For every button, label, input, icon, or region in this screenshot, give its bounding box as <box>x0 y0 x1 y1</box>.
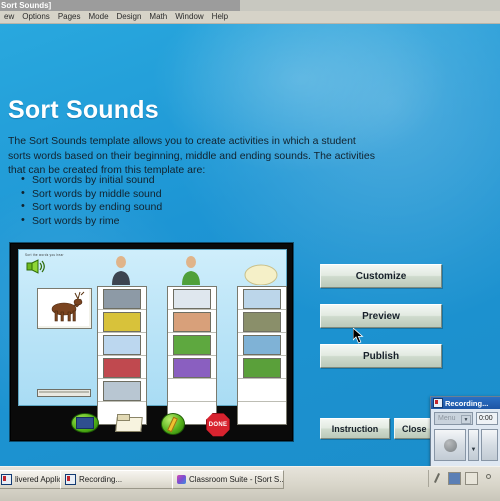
sort-cell-empty[interactable] <box>238 379 286 402</box>
bullet-item: Sort words by ending sound <box>18 200 318 215</box>
column-header-2 <box>237 255 285 285</box>
sort-column-2[interactable] <box>237 286 287 425</box>
boat-picture[interactable] <box>243 289 281 309</box>
menu-bar: ew Options Pages Mode Design Math Window Help <box>0 11 500 24</box>
activity-bullet-list: Sort words by initial soundSort words by… <box>18 173 318 229</box>
app-icon <box>1 474 12 485</box>
menu-item-design[interactable]: Design <box>113 11 146 23</box>
record-options-dropdown[interactable]: ▼ <box>468 429 479 461</box>
window-titlebar: Sort Sounds] <box>0 0 500 11</box>
column-header-1 <box>167 255 215 285</box>
speaker-icon[interactable] <box>26 259 46 274</box>
intro-paragraph: The Sort Sounds template allows you to c… <box>8 135 375 176</box>
sort-cell-filled[interactable] <box>238 356 286 379</box>
sort-cell-empty[interactable] <box>168 379 216 402</box>
mouse-cursor <box>352 327 364 344</box>
activity-stage: Sort the words you hear <box>18 249 287 425</box>
menu-item-mode[interactable]: Mode <box>85 11 113 23</box>
sort-cell-filled[interactable] <box>98 333 146 356</box>
progress-bar <box>37 389 91 397</box>
pen-icon[interactable] <box>433 473 444 484</box>
volume-icon[interactable] <box>482 473 493 484</box>
jug-picture[interactable] <box>173 289 211 309</box>
kite-picture[interactable] <box>103 335 141 355</box>
sort-cell-filled[interactable] <box>238 333 286 356</box>
cart-picture[interactable] <box>173 358 211 378</box>
window-title: Sort Sounds] <box>1 1 52 10</box>
recorder-icon <box>433 398 443 408</box>
sort-cell-filled[interactable] <box>98 356 146 379</box>
taskbar-item-label: Classroom Suite - [Sort S... <box>189 475 284 484</box>
preview-button[interactable]: Preview <box>320 304 442 328</box>
sort-cell-filled[interactable] <box>168 287 216 310</box>
column-header-0 <box>97 255 145 285</box>
recorder-icon <box>65 474 76 485</box>
chevron-down-icon[interactable]: ▼ <box>461 415 471 424</box>
taskbar: livered Applicati... Recording... Classr… <box>0 466 500 501</box>
help-icon[interactable] <box>465 472 478 485</box>
taskbar-item-2[interactable]: Classroom Suite - [Sort S... <box>172 470 284 489</box>
mop-picture[interactable] <box>103 381 141 401</box>
sort-cell-filled[interactable] <box>98 379 146 402</box>
sort-column-0[interactable] <box>97 286 147 425</box>
template-page: Sort Sounds The Sort Sounds template all… <box>0 24 500 466</box>
tie-picture[interactable] <box>103 312 141 332</box>
menu-item-window[interactable]: Window <box>171 11 207 23</box>
recorder-menu-label: Menu <box>438 415 456 422</box>
recording-dialog-title: Recording... <box>445 398 489 408</box>
bullet-item: Sort words by initial sound <box>18 173 318 188</box>
menu-item-ew[interactable]: ew <box>0 11 18 23</box>
instruction-button[interactable]: Instruction <box>320 418 390 439</box>
mug-picture[interactable] <box>103 358 141 378</box>
hill-picture[interactable] <box>243 312 281 332</box>
folder-icon[interactable] <box>116 413 142 432</box>
network-icon[interactable] <box>448 472 461 485</box>
menu-item-pages[interactable]: Pages <box>54 11 85 23</box>
sort-cell-filled[interactable] <box>168 356 216 379</box>
menu-item-math[interactable]: Math <box>145 11 171 23</box>
recorder-timer: 0:00 <box>476 412 498 425</box>
lake-picture[interactable] <box>243 335 281 355</box>
activity-toolbar: DONE <box>11 408 292 437</box>
mouse-picture[interactable] <box>103 289 141 309</box>
sort-cell-filled[interactable] <box>168 310 216 333</box>
compass-icon[interactable] <box>161 412 187 435</box>
bullet-item: Sort words by rime <box>18 214 318 229</box>
recording-dialog-titlebar: Recording... <box>431 397 500 409</box>
system-tray <box>428 470 497 487</box>
sort-column-1[interactable] <box>167 286 217 425</box>
classroom-suite-icon <box>177 475 186 484</box>
recorder-menu-dropdown[interactable]: Menu ▼ <box>434 412 473 425</box>
play-button[interactable] <box>481 429 498 461</box>
doll-picture[interactable] <box>243 358 281 378</box>
customize-button[interactable]: Customize <box>320 264 442 288</box>
activity-preview[interactable]: Sort the words you hear DONE <box>10 243 293 441</box>
app-screenshot: Sort Sounds] ew Options Pages Mode Design Mat… <box>0 0 500 501</box>
taskbar-item-1[interactable]: Recording... <box>60 470 182 489</box>
sort-cell-filled[interactable] <box>168 333 216 356</box>
recording-dialog[interactable]: Recording... Menu ▼ 0:00 ▼ <box>430 396 500 466</box>
taskbar-item-label: Recording... <box>79 475 123 484</box>
girl-eating-picture[interactable] <box>173 312 211 332</box>
record-dot-icon <box>443 438 457 452</box>
page-title: Sort Sounds <box>8 96 159 124</box>
sort-cell-filled[interactable] <box>98 287 146 310</box>
screen-icon[interactable] <box>71 412 99 433</box>
sort-cell-filled[interactable] <box>98 310 146 333</box>
sort-cell-filled[interactable] <box>238 287 286 310</box>
recording-dialog-body: Menu ▼ 0:00 ▼ <box>431 409 500 464</box>
menu-item-options[interactable]: Options <box>18 11 54 23</box>
word-card-elk[interactable] <box>37 288 92 329</box>
boy-picture[interactable] <box>173 335 211 355</box>
bullet-item: Sort words by middle sound <box>18 187 318 202</box>
done-stop-icon[interactable]: DONE <box>206 412 232 437</box>
activity-instruction-text: Sort the words you hear <box>25 252 64 258</box>
publish-button[interactable]: Publish <box>320 344 442 368</box>
sort-cell-filled[interactable] <box>238 310 286 333</box>
record-button[interactable] <box>434 429 466 461</box>
done-label: DONE <box>206 412 230 437</box>
menu-item-help[interactable]: Help <box>208 11 232 23</box>
